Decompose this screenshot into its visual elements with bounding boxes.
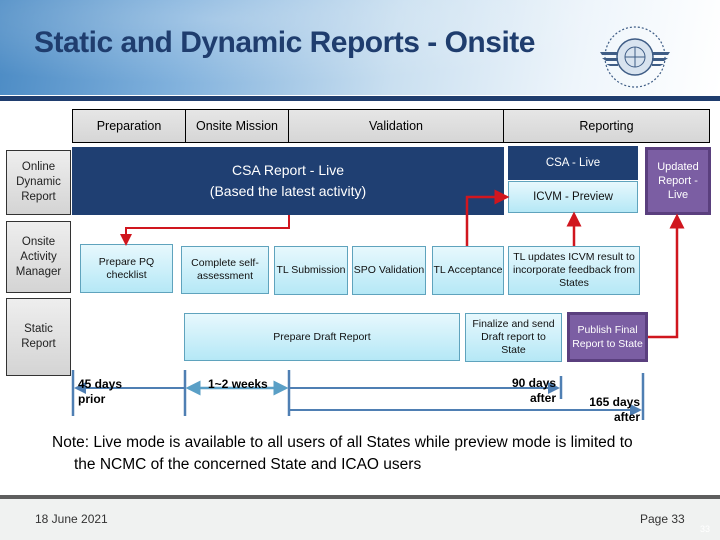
csa-report-live-box: CSA Report - Live (Based the latest acti…: [72, 147, 504, 215]
footer-date: 18 June 2021: [35, 512, 108, 526]
phase-reporting: Reporting: [503, 109, 710, 143]
activity-tl-submission: TL Submission: [274, 246, 348, 295]
publish-final-report-box: Publish Final Report to State: [567, 312, 648, 362]
csa-live-box: CSA - Live: [508, 146, 638, 180]
footnote-line-2: the NCMC of the concerned State and ICAO…: [74, 456, 422, 473]
updated-report-live-box: Updated Report - Live: [645, 147, 711, 215]
arrow-publish-to-updated-report: [648, 213, 685, 339]
activity-tl-acceptance: TL Acceptance: [432, 246, 504, 295]
header-divider: [0, 96, 720, 101]
row-label-static-report: Static Report: [6, 298, 71, 376]
phase-preparation: Preparation: [72, 109, 186, 143]
timeline-label-165-days-after: 165 days after: [589, 395, 640, 424]
slide-number: 33: [700, 524, 711, 534]
activity-tl-updates-icvm: TL updates ICVM result to incorporate fe…: [508, 246, 640, 295]
arrow-csa-to-pq-checklist: [120, 215, 290, 246]
icao-logo-icon: [600, 26, 670, 88]
activity-spo-validation: SPO Validation: [352, 246, 426, 295]
prepare-draft-report-box: Prepare Draft Report: [184, 313, 460, 361]
row-label-onsite-activity-manager: Onsite Activity Manager: [6, 221, 71, 293]
phase-validation: Validation: [288, 109, 504, 143]
csa-report-live-title: CSA Report - Live: [231, 162, 345, 178]
activity-complete-self-assessment: Complete self-assessment: [181, 246, 269, 294]
activity-prepare-pq-checklist: Prepare PQ checklist: [80, 244, 173, 293]
icvm-preview-box: ICVM - Preview: [508, 181, 638, 213]
timeline-label-45-days-prior: 45 days prior: [78, 377, 123, 406]
row-label-online-dynamic-report: Online Dynamic Report: [6, 150, 71, 215]
footnote: Note: Live mode is available to all user…: [52, 432, 712, 476]
phase-onsite-mission: Onsite Mission: [185, 109, 289, 143]
finalize-draft-report-box: Finalize and send Draft report to State: [465, 313, 562, 362]
timeline-label-90-days-after: 90 days after: [511, 376, 556, 405]
csa-report-live-subtitle: (Based the latest activity): [209, 183, 367, 199]
timeline-label-1-2-weeks: 1~2 weeks: [208, 377, 268, 391]
page-title: Static and Dynamic Reports - Onsite: [34, 26, 535, 59]
footer-page-label: Page 33: [640, 512, 685, 526]
footer: [0, 499, 720, 540]
footnote-line-1: Note: Live mode is available to all user…: [52, 434, 633, 451]
